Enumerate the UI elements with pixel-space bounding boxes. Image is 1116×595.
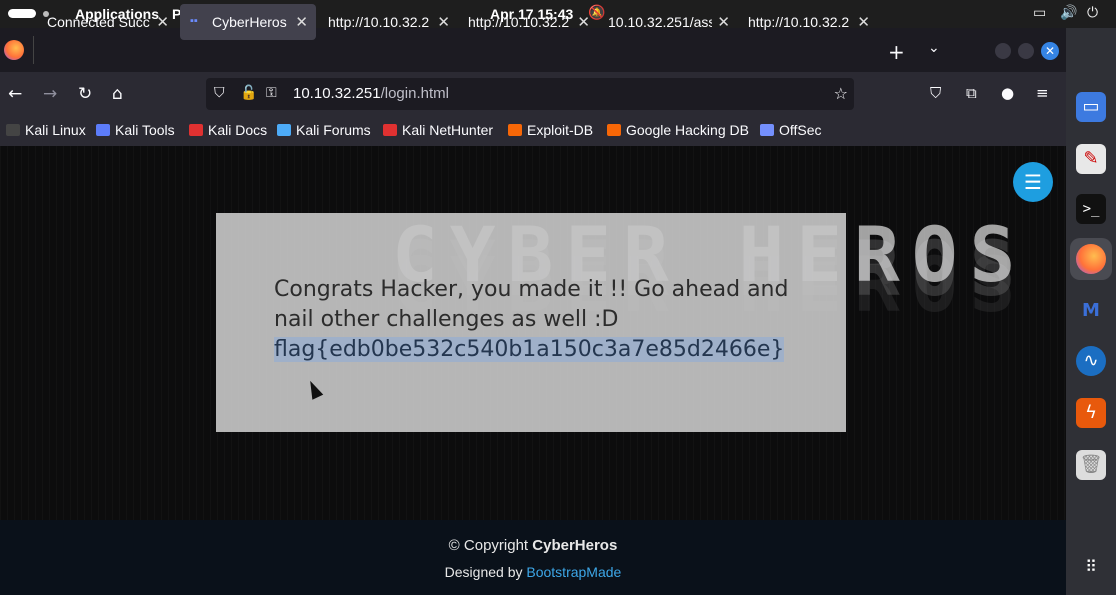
flag-text[interactable]: flag{edb0be532c540b1a150c3a7e85d2466e} — [274, 337, 785, 362]
close-tab-icon[interactable]: ✕ — [717, 13, 730, 31]
bookmark-label: Kali Forums — [296, 122, 371, 138]
close-tab-icon[interactable]: ✕ — [577, 13, 590, 31]
offsec-icon — [760, 124, 774, 136]
key-icon[interactable]: ⚿ — [266, 85, 277, 101]
bookmark-google-hacking-db[interactable]: Google Hacking DB — [607, 122, 749, 138]
kali-nethunter-icon — [383, 124, 397, 136]
bookmark-kali-nethunter[interactable]: Kali NetHunter — [383, 122, 493, 138]
insecure-lock-icon[interactable]: 🔓 — [240, 85, 257, 101]
shield-icon[interactable]: ⛉ — [214, 85, 225, 101]
menu-icon[interactable]: ≡ — [1036, 84, 1049, 102]
tab-label: http://10.10.32.2 — [468, 14, 570, 30]
kali-docs-icon — [189, 124, 203, 136]
kali-forums-icon — [277, 124, 291, 136]
screen-icon[interactable]: ▭ — [1033, 5, 1046, 21]
file-manager-icon[interactable]: ▭ — [1076, 92, 1106, 122]
url-text[interactable]: 10.10.32.251/login.html — [293, 85, 449, 102]
footer: © Copyright CyberHeros Designed by Boots… — [0, 520, 1066, 595]
bookmark-exploit-db[interactable]: Exploit-DB — [508, 122, 593, 138]
burpsuite-icon[interactable]: ϟ — [1076, 398, 1106, 428]
firefox-dock-icon[interactable] — [1070, 238, 1112, 280]
maximize-window-button[interactable] — [1018, 43, 1034, 59]
url-host: 10.10.32.251 — [293, 85, 381, 102]
hamburger-menu-button[interactable]: ☰ — [1013, 162, 1053, 202]
forward-arrow-icon[interactable]: → — [43, 84, 57, 104]
pocket-icon[interactable]: ⛉ — [930, 84, 941, 102]
bookmark-kali-linux[interactable]: Kali Linux — [6, 122, 86, 138]
application-dock: ▭ ✎ >_ M ∿ ϟ 🗑 ⠿ — [1066, 28, 1116, 595]
exploit-db-icon — [508, 124, 522, 136]
bookmark-label: Kali NetHunter — [402, 122, 494, 138]
tab-separator — [33, 36, 34, 64]
back-arrow-icon[interactable]: ← — [8, 84, 22, 104]
tab-url-3[interactable]: 10.10.32.251/ass ✕ — [598, 4, 738, 40]
list-tabs-chevron-icon[interactable]: ⌄ — [928, 40, 940, 56]
bookmark-label: Google Hacking DB — [626, 122, 749, 138]
success-message: Congrats Hacker, you made it !! Go ahead… — [274, 275, 794, 365]
volume-icon[interactable]: 🔊 — [1060, 5, 1077, 21]
url-path: /login.html — [380, 85, 449, 102]
close-tab-icon[interactable]: ✕ — [156, 13, 169, 31]
bookmark-label: OffSec — [779, 122, 822, 138]
bookmark-kali-docs[interactable]: Kali Docs — [189, 122, 267, 138]
home-icon[interactable]: ⌂ — [112, 84, 123, 104]
trash-icon[interactable]: 🗑 — [1076, 450, 1106, 480]
bookmark-label: Exploit-DB — [527, 122, 594, 138]
footer-copyright: © Copyright CyberHeros — [0, 537, 1066, 554]
terminal-icon[interactable]: >_ — [1076, 194, 1106, 224]
tab-label: CyberHeros — [212, 14, 287, 30]
close-window-button[interactable]: ✕ — [1041, 42, 1059, 60]
bookmark-label: Kali Tools — [115, 122, 175, 138]
new-tab-icon[interactable]: + — [888, 40, 905, 64]
bookmark-label: Kali Docs — [208, 122, 268, 138]
bookmark-kali-tools[interactable]: Kali Tools — [96, 122, 175, 138]
success-message-card: Congrats Hacker, you made it !! Go ahead… — [216, 213, 846, 432]
tab-label: Connected Succ — [47, 14, 150, 30]
text-editor-icon[interactable]: ✎ — [1076, 144, 1106, 174]
bookmarks-toolbar: Kali Linux Kali Tools Kali Docs Kali For… — [0, 116, 1066, 146]
activities-indicator[interactable] — [8, 9, 36, 18]
google-hacking-db-icon — [607, 124, 621, 136]
bookmark-label: Kali Linux — [25, 122, 86, 138]
close-tab-icon[interactable]: ✕ — [295, 13, 308, 31]
site-favicon-icon: ▪▪ — [190, 15, 198, 27]
wireshark-icon[interactable]: ∿ — [1076, 346, 1106, 376]
designed-by-prefix: Designed by — [444, 564, 527, 580]
bootstrapmade-link[interactable]: BootstrapMade — [526, 564, 621, 580]
tab-url-1[interactable]: http://10.10.32.2 ✕ — [318, 4, 458, 40]
show-apps-grid-icon[interactable]: ⠿ — [1076, 552, 1106, 582]
power-icon[interactable]: ⏻ — [1087, 5, 1098, 21]
tab-label: http://10.10.32.2 — [328, 14, 430, 30]
close-tab-icon[interactable]: ✕ — [437, 13, 450, 31]
web-page: ☰ CYBER HEROS Congrats Hacker, you made … — [0, 146, 1066, 595]
navigation-toolbar: ← → ↻ ⌂ ⛉ 🔓 ⚿ 10.10.32.251/login.html ☆ … — [0, 72, 1066, 116]
tab-cyberheros[interactable]: ▪▪ CyberHeros ✕ — [180, 4, 316, 40]
url-bar[interactable]: ⛉ 🔓 ⚿ 10.10.32.251/login.html ☆ — [206, 78, 854, 110]
tab-label: http://10.10.32.2 — [748, 14, 850, 30]
footer-credits: Designed by BootstrapMade — [0, 564, 1066, 580]
close-tab-icon[interactable]: ✕ — [857, 13, 870, 31]
firefox-icon[interactable] — [4, 40, 24, 60]
copyright-prefix: © Copyright — [448, 537, 533, 554]
minimize-window-button[interactable] — [995, 43, 1011, 59]
congrats-text: Congrats Hacker, you made it !! Go ahead… — [274, 277, 789, 332]
tab-label: 10.10.32.251/ass — [608, 14, 712, 30]
extensions-icon[interactable]: ⧉ — [966, 84, 977, 102]
tab-connected[interactable]: Connected Succ ✕ — [37, 4, 177, 40]
kali-tools-icon — [96, 124, 110, 136]
tab-url-2[interactable]: http://10.10.32.2 ✕ — [458, 4, 598, 40]
tab-url-4[interactable]: http://10.10.32.2 ✕ — [738, 4, 878, 40]
bookmark-offsec[interactable]: OffSec — [760, 122, 822, 138]
account-icon[interactable]: ● — [1001, 84, 1014, 102]
footer-brand: CyberHeros — [532, 537, 618, 554]
bookmark-kali-forums[interactable]: Kali Forums — [277, 122, 371, 138]
metasploit-icon[interactable]: M — [1076, 296, 1106, 326]
reload-icon[interactable]: ↻ — [78, 84, 92, 104]
bookmark-star-icon[interactable]: ☆ — [834, 84, 848, 103]
kali-linux-icon — [6, 124, 20, 136]
